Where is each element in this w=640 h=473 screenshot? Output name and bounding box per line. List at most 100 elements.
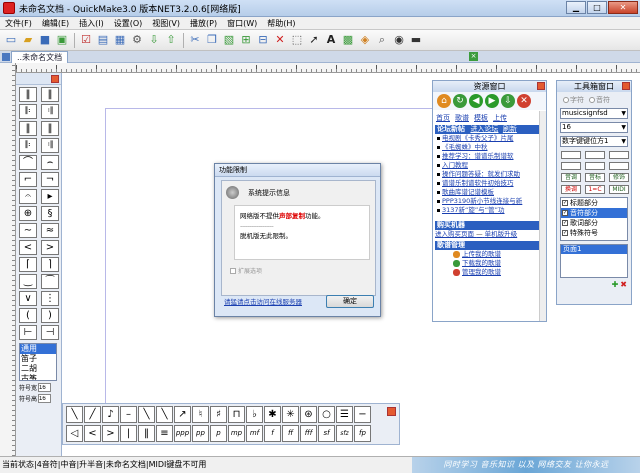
maximize-button[interactable]: □ <box>587 1 607 14</box>
f-button[interactable]: f <box>264 425 281 442</box>
phonetic-button[interactable]: 音标 <box>585 173 605 182</box>
upload-icon[interactable]: ⇧ <box>163 32 179 48</box>
record-icon[interactable]: ▬ <box>408 32 424 48</box>
zoom-icon[interactable]: ⌕ <box>374 32 390 48</box>
forum-link[interactable]: 电视剧《卡秀父子》片尾 <box>433 134 546 143</box>
radio-note[interactable]: 音符 <box>589 95 610 105</box>
forum-refresh-link[interactable]: 刷新 <box>503 125 517 133</box>
paren-close-button[interactable]: ) <box>41 308 59 323</box>
line-right-button[interactable]: ⊣ <box>41 325 59 340</box>
breath-button[interactable]: ∨ <box>19 291 37 306</box>
minus-button[interactable]: − <box>354 406 371 423</box>
align-icon[interactable]: ⊟ <box>255 32 271 48</box>
fermata-button[interactable]: 𝄐 <box>19 189 37 204</box>
home-icon[interactable]: ⌂ <box>437 94 451 108</box>
remove-page-icon[interactable]: ✖ <box>620 280 627 289</box>
new-icon[interactable]: ▭ <box>3 32 19 48</box>
expand-checkbox[interactable] <box>230 267 236 274</box>
download-score-link[interactable]: 下载我的歌谱 <box>433 259 546 268</box>
menu-play[interactable]: 播放(P) <box>185 17 222 29</box>
bracket-right-button[interactable]: ⌉ <box>41 257 59 272</box>
checkbox[interactable]: ✓ <box>562 200 568 206</box>
forum-link[interactable]: 3137新“旋”与“管”功 <box>433 206 546 215</box>
ppp-button[interactable]: ppp <box>174 425 191 442</box>
line-style-button[interactable] <box>585 151 605 159</box>
expand-options[interactable]: 扩展选项 <box>230 266 262 275</box>
toolbox-close-icon[interactable] <box>622 82 630 90</box>
resource-scrollbar[interactable] <box>539 111 546 321</box>
finger-button[interactable]: ○ <box>318 406 335 423</box>
line-style-button[interactable] <box>609 162 629 170</box>
check-icon[interactable]: ☑ <box>78 32 94 48</box>
paste-icon[interactable]: ▧ <box>221 32 237 48</box>
forum-link[interactable]: 推荐学习：谱谱乐制谱软 <box>433 152 546 161</box>
paren-button[interactable]: ( <box>19 308 37 323</box>
instrument-list[interactable]: 通用 笛子 二胡 古筝 <box>19 343 57 381</box>
tab-close-icon[interactable]: × <box>469 52 478 61</box>
slur-button[interactable]: ⁀ <box>41 274 59 289</box>
final-barline-button[interactable]: ‖ <box>19 121 37 136</box>
document-icon[interactable]: ▤ <box>95 32 111 48</box>
list-item[interactable]: 二胡 <box>20 364 56 374</box>
forum-enter-link[interactable]: 进入论坛 <box>470 125 498 133</box>
insert-icon[interactable]: ⊞ <box>238 32 254 48</box>
refresh-icon[interactable]: ↻ <box>453 94 467 108</box>
settings-icon[interactable]: ⚙ <box>129 32 145 48</box>
font-select[interactable]: musicsignfsd ▼ <box>560 108 628 119</box>
panel-close-icon[interactable] <box>51 75 59 83</box>
palette-icon[interactable]: ◈ <box>357 32 373 48</box>
decrescendo-button[interactable]: > <box>41 240 59 255</box>
repeat-start-button[interactable]: 𝄆 <box>19 104 37 119</box>
list-item[interactable]: 古筝 <box>20 374 56 380</box>
open-icon[interactable]: ▰ <box>20 32 36 48</box>
natural-button[interactable]: ♮ <box>192 406 209 423</box>
bracket-left-button[interactable]: ⌈ <box>19 257 37 272</box>
grace-button[interactable]: ♪ <box>102 406 119 423</box>
tab-templates[interactable]: 模板 <box>474 113 488 123</box>
play-icon[interactable]: ◉ <box>391 32 407 48</box>
pointer-icon[interactable]: ➚ <box>306 32 322 48</box>
bracket-button[interactable]: ⊓ <box>228 406 245 423</box>
checkbox[interactable]: ✓ <box>562 220 568 226</box>
menu-edit[interactable]: 编辑(E) <box>37 17 74 29</box>
document-tab[interactable]: ..未命名文档 <box>11 51 69 63</box>
ok-button[interactable]: 确定 <box>326 295 374 308</box>
triangle-button[interactable]: ◁ <box>66 425 83 442</box>
beam-down-button[interactable]: ⌢ <box>41 155 59 170</box>
repeat-end-button[interactable]: 𝄇 <box>41 104 59 119</box>
double-flat-button[interactable]: ♭ <box>246 406 263 423</box>
cut-icon[interactable]: ✂ <box>187 32 203 48</box>
slash-button[interactable]: ╲ <box>66 406 83 423</box>
checkbox[interactable]: ✓ <box>562 210 568 216</box>
modify-button[interactable]: 修饰 <box>609 173 629 182</box>
dot-button[interactable]: ⋮ <box>41 291 59 306</box>
turn-button[interactable]: ≈ <box>41 223 59 238</box>
mf-button[interactable]: mf <box>246 425 263 442</box>
repeat-both-button[interactable]: 𝄆 <box>19 138 37 153</box>
delete-icon[interactable]: ✕ <box>272 32 288 48</box>
rise-button[interactable]: ↗ <box>174 406 191 423</box>
menu-insert[interactable]: 插入(I) <box>74 17 109 29</box>
manage-score-link[interactable]: 管理我的歌谱 <box>433 268 546 277</box>
text-icon[interactable]: A <box>323 32 339 48</box>
ff-button[interactable]: ff <box>282 425 299 442</box>
forum-link[interactable]: 操作问题答疑：就发们求助 <box>433 170 546 179</box>
crescendo-button[interactable]: < <box>19 240 37 255</box>
star-button[interactable]: ✳ <box>282 406 299 423</box>
gliss-button[interactable]: ╲ <box>156 406 173 423</box>
menu-help[interactable]: 帮助(H) <box>262 17 300 29</box>
part-title-row[interactable]: ✓ 标题部分 <box>561 198 627 208</box>
symbol-height-input[interactable] <box>38 394 52 403</box>
download-icon[interactable]: ⇩ <box>146 32 162 48</box>
sharp-button[interactable]: ♯ <box>210 406 227 423</box>
forum-link[interactable]: 谱谱乐制谱软件初始技巧 <box>433 179 546 188</box>
tab-scores[interactable]: 歌谱 <box>455 113 469 123</box>
checkbox[interactable]: ✓ <box>562 230 568 236</box>
upgrade-link[interactable]: 单机版升级 <box>485 230 518 238</box>
radio-character[interactable]: 字符 <box>563 95 584 105</box>
line-style-button[interactable] <box>585 162 605 170</box>
menu-settings[interactable]: 设置(O) <box>109 17 148 29</box>
save-as-icon[interactable]: ▣ <box>54 32 70 48</box>
line-style-button[interactable] <box>609 151 629 159</box>
forum-link[interactable]: 入门教程 <box>433 161 546 170</box>
